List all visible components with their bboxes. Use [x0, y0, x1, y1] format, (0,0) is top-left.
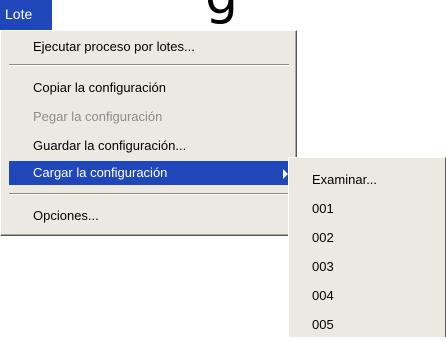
menu-separator — [9, 193, 289, 195]
menu-separator — [9, 64, 289, 66]
submenu-item-examinar[interactable]: Examinar... — [312, 172, 377, 196]
menu-item-ejecutar-proceso[interactable]: Ejecutar proceso por lotes... — [9, 35, 296, 59]
menu-item-pegar-configuracion: Pegar la configuración — [33, 109, 163, 124]
menu-item-opciones[interactable]: Opciones... — [9, 204, 296, 228]
menu-item-cargar-label: Cargar la configuración — [33, 165, 168, 180]
submenu-item-003[interactable]: 003 — [312, 259, 334, 283]
menu-item-guardar-configuracion[interactable]: Guardar la configuración... — [9, 134, 296, 158]
menu-item-copiar-configuracion[interactable]: Copiar la configuración — [9, 76, 296, 100]
submenu-item-004[interactable]: 004 — [312, 288, 334, 312]
menu-lote[interactable]: Lote — [0, 0, 52, 30]
cargar-configuracion-submenu: Examinar... 001 002 003 004 005 — [288, 157, 446, 337]
lote-dropdown-menu: Ejecutar proceso por lotes... Copiar la … — [0, 30, 297, 236]
submenu-item-001[interactable]: 001 — [312, 201, 334, 225]
submenu-item-005[interactable]: 005 — [312, 317, 334, 341]
background-title-fragment: g — [205, 0, 238, 22]
submenu-item-002[interactable]: 002 — [312, 230, 334, 254]
menu-item-cargar-configuracion[interactable]: Cargar la configuración — [9, 161, 296, 185]
